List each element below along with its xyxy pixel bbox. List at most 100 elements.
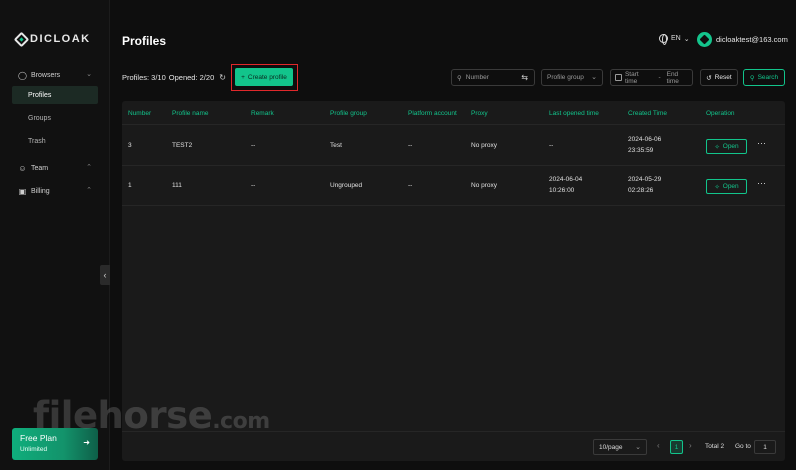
create-profile-highlight: + Create profile [231,64,298,91]
col-last-opened: Last opened time [549,110,599,117]
sidebar-item-label: Trash [28,137,46,145]
cell-proxy: No proxy [471,142,498,149]
cell-proxy: No proxy [471,182,498,189]
number-search[interactable]: ⚲ ⇆ [451,69,535,86]
language-selector[interactable]: EN ⌄ [659,34,690,45]
sidebar-item-profiles[interactable]: Profiles [12,86,98,104]
chevron-up-icon: ⌃ [86,187,92,194]
col-profile-name: Profile name [172,110,209,117]
plan-subtitle: Unlimited [20,446,48,453]
cell-profile-group: Test [330,142,342,149]
more-options-icon[interactable]: ··· [757,138,766,148]
col-platform-account: Platform account [408,110,457,117]
cell-profile-group: Ungrouped [330,182,363,189]
cell-profile-name: TEST2 [172,142,193,149]
logo[interactable]: DICLOAK [13,31,91,47]
cell-remark: -- [251,142,256,149]
collapse-sidebar-button[interactable]: ‹ [100,265,110,285]
sidebar-item-label: Profiles [28,91,52,99]
sidebar-section-billing[interactable]: ▣ Billing ⌃ [12,183,100,199]
col-number: Number [128,110,152,117]
create-profile-button[interactable]: + Create profile [235,68,293,86]
watermark-suffix: .com [212,409,270,434]
goto-page-input[interactable]: 1 [754,440,776,454]
sidebar-item-groups[interactable]: Groups [12,109,98,127]
launch-icon: ✧ [714,183,720,191]
end-time-placeholder: End time [666,70,679,85]
cell-profile-name: 111 [172,182,182,189]
chevron-down-icon: ⌄ [591,74,597,81]
refresh-icon[interactable]: ↻ [219,73,226,82]
open-label: Open [722,143,739,150]
brand-name: DICLOAK [30,33,91,45]
reset-label: Reset [714,74,732,81]
page-size-select[interactable]: 10/page ⌄ [593,439,647,455]
plus-icon: + [241,73,245,81]
cell-remark: -- [251,182,256,189]
launch-icon: ✧ [714,143,720,151]
sidebar-section-label: Team [31,164,49,172]
user-email: dicloaktest@163.com [716,35,788,44]
col-profile-group: Profile group [330,110,367,117]
sidebar-section-label: Billing [31,187,50,195]
more-options-icon[interactable]: ··· [757,178,766,188]
col-proxy: Proxy [471,110,488,117]
col-operation: Operation [706,110,735,117]
cell-last-opened-date: 2024-06-04 [549,176,583,183]
profiles-count: Profiles: 3/10 [122,73,166,82]
cell-created-date: 2024-06-06 [628,136,662,143]
next-page-icon[interactable]: › [689,441,692,450]
search-button[interactable]: ⚲ Search [743,69,785,86]
chevron-down-icon: ⌄ [683,35,690,43]
create-profile-label: Create profile [247,73,287,81]
browser-icon: ◯ [18,70,27,80]
cell-created-date: 2024-05-29 [628,176,662,183]
arrow-right-icon: ➜ [83,438,90,447]
sidebar-section-browsers[interactable]: ◯ Browsers ⌄ [12,67,100,83]
avatar [697,32,712,47]
page-size-value: 10/page [599,443,623,451]
open-profile-button[interactable]: ✧ Open [706,139,747,154]
reset-button[interactable]: ↺ Reset [700,69,738,86]
range-separator: - [658,74,661,81]
cell-created-time: 23:35:59 [628,147,654,154]
sidebar-section-label: Browsers [31,71,61,79]
page-title: Profiles [122,34,167,48]
col-remark: Remark [251,110,274,117]
opened-count: Opened: 2/20 [168,73,215,82]
language-label: EN [671,35,681,42]
team-icon: ☺ [18,163,27,173]
watermark: filehorse.com [33,394,270,437]
current-page[interactable]: 1 [670,440,683,454]
table-header: Number Profile name Remark Profile group… [122,101,785,125]
profile-counts: Profiles: 3/10 Opened: 2/20 ↻ [122,73,226,82]
filter-icon[interactable]: ⇆ [521,73,528,82]
sidebar-item-trash[interactable]: Trash [12,132,98,150]
cell-created-time: 02:28:26 [628,187,654,194]
sidebar-item-label: Groups [28,114,51,122]
globe-icon [659,34,668,45]
goto-label: Go to [735,443,751,450]
profile-group-select[interactable]: Profile group ⌄ [541,69,603,86]
chevron-down-icon: ⌄ [635,444,641,451]
user-menu[interactable]: dicloaktest@163.com [697,32,788,47]
search-icon: ⚲ [749,74,755,82]
table-row[interactable]: 3 TEST2 -- Test -- No proxy -- 2024-06-0… [122,126,785,166]
cell-number: 3 [128,142,132,149]
number-search-input[interactable] [465,74,514,81]
sidebar-section-team[interactable]: ☺ Team ⌃ [12,160,100,176]
cell-last-opened: -- [549,142,554,149]
prev-page-icon[interactable]: ‹ [657,441,660,450]
billing-icon: ▣ [18,186,27,196]
col-created-time: Created Time [628,110,668,117]
open-label: Open [722,183,739,190]
chevron-down-icon: ⌄ [86,71,92,78]
profile-group-placeholder: Profile group [547,74,584,81]
search-icon: ⚲ [457,74,462,82]
date-range-picker[interactable]: Start time - End time [610,69,693,86]
table-row[interactable]: 1 111 -- Ungrouped -- No proxy 2024-06-0… [122,166,785,206]
watermark-main: filehorse [33,394,213,437]
search-label: Search [757,74,779,81]
reset-icon: ↺ [706,74,712,82]
open-profile-button[interactable]: ✧ Open [706,179,747,194]
